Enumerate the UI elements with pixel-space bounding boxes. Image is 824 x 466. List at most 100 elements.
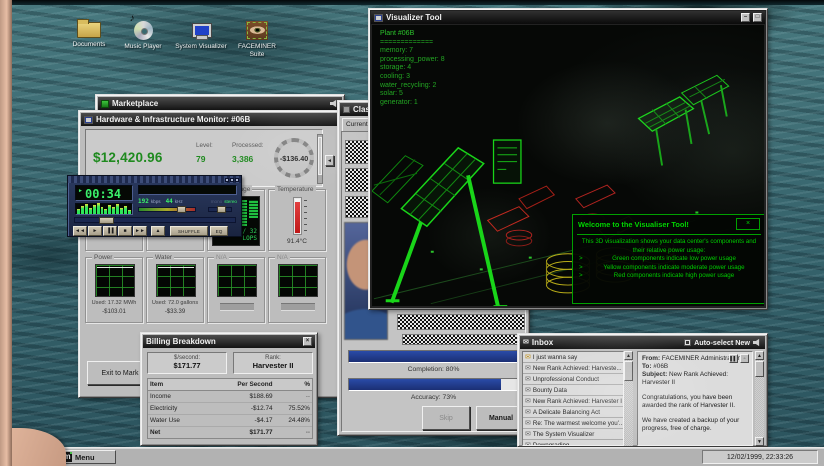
qr-code <box>345 196 369 218</box>
speaker-icon[interactable] <box>753 339 762 347</box>
shuffle-button[interactable]: SHUFFLE <box>170 226 208 236</box>
temperature-group: Temperature 91.4°C <box>268 189 326 251</box>
balance-slider[interactable] <box>208 207 232 212</box>
scroll-up-icon[interactable]: ▲ <box>755 351 764 360</box>
message-row[interactable]: ✉Bounty Data <box>523 385 623 396</box>
seek-bar[interactable] <box>74 217 236 223</box>
desktop-icon-label: System Visualizer <box>174 43 228 51</box>
message-row[interactable]: ✉New Rank Achieved: Harvester I <box>523 396 623 407</box>
marketplace-icon <box>101 100 109 108</box>
reading-pane-scrollbar[interactable]: ▲ ▼ <box>755 351 764 446</box>
eq-button[interactable]: EQ <box>210 226 228 236</box>
play-button[interactable]: ► <box>88 226 102 236</box>
eject-button[interactable]: ▲ <box>151 226 165 236</box>
dialog-bullet: >Green components indicate low power usa… <box>579 255 759 264</box>
maximize-icon[interactable]: □ <box>753 13 762 22</box>
auto-select-checkbox[interactable] <box>684 339 691 346</box>
stats-scrollbar[interactable] <box>317 134 323 184</box>
processed-label: Processed: <box>232 142 264 149</box>
na-meter-label: N/A <box>275 253 290 262</box>
taskbar: m Menu 12/02/1999, 22:33:26 <box>0 447 824 466</box>
marketplace-title: Marketplace <box>112 99 158 108</box>
menu-button[interactable]: m Menu <box>58 450 116 464</box>
billing-row-net: Net $171.77 -- <box>148 427 312 438</box>
inbox-window[interactable]: ✉ Inbox Auto-select New ✉I just wanna sa… <box>517 333 768 447</box>
message-list-scrollbar[interactable]: ▲ <box>624 351 633 446</box>
inbox-titlebar[interactable]: ✉ Inbox Auto-select New <box>520 336 765 349</box>
pause-button[interactable]: ▐▐ <box>103 226 117 236</box>
visualizer-welcome-dialog: Welcome to the Visualiser Tool! × This 3… <box>572 214 764 304</box>
power-meter-chart <box>95 264 135 297</box>
scrollbar-thumb[interactable] <box>755 361 764 377</box>
dialog-bullet: >Red components indicate high power usag… <box>579 272 759 281</box>
volume-slider[interactable] <box>138 207 196 212</box>
spectrum-analyzer <box>75 203 133 215</box>
billing-title: Billing Breakdown <box>146 337 216 346</box>
close-icon[interactable]: × <box>303 337 312 346</box>
message-body: Congratulations, you have been awarded t… <box>642 394 748 410</box>
message-row[interactable]: ✉New Rank Achieved: Harveste... <box>523 363 623 374</box>
previous-track-button[interactable]: ◄◄ <box>73 226 87 236</box>
track-title-marquee: 1. HIDDEKUS - HOPEMINER (4:17) <box>138 185 237 195</box>
balance-value: $12,420.96 <box>93 150 163 165</box>
message-row[interactable]: ✉Re: The warmest welcome you'... <box>523 418 623 429</box>
mail-icon: ✉ <box>523 339 529 346</box>
pause-autoselect-icon[interactable]: ▌▌ <box>729 354 738 363</box>
close-icon[interactable]: × <box>736 218 760 230</box>
thermometer-ticks <box>304 200 307 232</box>
rank-box: Rank: Harvester II <box>233 352 313 374</box>
close-icon[interactable] <box>235 178 239 182</box>
cd-icon <box>134 21 153 40</box>
dialog-intro-line2: their relative power usage: <box>579 247 759 256</box>
minimize-icon[interactable]: – <box>741 13 750 22</box>
taskbar-clock: 12/02/1999, 22:33:26 <box>702 450 818 464</box>
desktop-icon-faceminer-suite[interactable]: FACEMINER Suite <box>230 21 284 58</box>
next-track-button[interactable]: ►► <box>133 226 147 236</box>
play-indicator-icon: ► <box>78 188 83 194</box>
message-row[interactable]: ✉Unprofessional Conduct <box>523 374 623 385</box>
desktop-icon-documents[interactable]: Documents <box>62 22 116 49</box>
desktop-icon-music-player[interactable]: Music Player <box>116 21 170 51</box>
visualizer-titlebar[interactable]: Visualizer Tool – □ <box>371 11 765 24</box>
message-row[interactable]: ✉The System Visualizer <box>523 429 623 440</box>
visualizer-title: Visualizer Tool <box>386 13 442 22</box>
message-row[interactable]: ✉Downgrading <box>523 440 623 446</box>
billing-window[interactable]: Billing Breakdown × $/second: $171.77 Ra… <box>140 332 318 446</box>
temperature-value: 91.4°C <box>269 238 325 245</box>
skip-button[interactable]: Skip <box>422 406 470 430</box>
envelope-icon: ✉ <box>525 376 531 383</box>
desktop-icon-system-visualizer[interactable]: System Visualizer <box>174 23 228 51</box>
stop-button[interactable]: ■ <box>118 226 132 236</box>
billing-row-water: Water Use -$4.17 24.48% <box>148 415 312 427</box>
scroll-up-icon[interactable]: ▲ <box>624 351 633 360</box>
qr-strip <box>397 314 525 330</box>
monitor-titlebar[interactable]: Hardware & Infrastructure Monitor: #06B <box>81 113 337 126</box>
message-row[interactable]: ✉I just wanna say <box>523 352 623 363</box>
scrollbar-thumb[interactable] <box>624 361 633 381</box>
scroll-down-icon[interactable]: ▼ <box>755 437 764 446</box>
rate-gauge-value: -$136.40 <box>280 154 308 163</box>
desktop-icon-label: Documents <box>62 41 116 49</box>
monitor-bezel-left <box>0 0 12 466</box>
accuracy-label: Accuracy: 73% <box>342 394 525 401</box>
stereo-indicator: stereo <box>224 199 237 204</box>
minimize-icon[interactable] <box>225 178 229 182</box>
music-player-window[interactable]: ► 00:34 1. HIDDEKUS - HOPEMINER (4:17) 1… <box>67 175 242 237</box>
message-row[interactable]: ✉A Delicate Balancing Act <box>523 407 623 418</box>
water-used: Used: 72.0 gallons <box>147 300 203 306</box>
stats-scrollbar-thumb[interactable] <box>318 137 322 175</box>
level-label: Level: <box>196 142 213 149</box>
restore-icon[interactable]: ▫ <box>740 354 749 363</box>
stats-spin-left-button[interactable]: ◄ <box>325 155 334 166</box>
shade-icon[interactable] <box>230 178 234 182</box>
na-meter-2: N/A <box>268 257 326 323</box>
folder-icon <box>77 22 101 38</box>
envelope-icon: ✉ <box>525 365 531 372</box>
marketplace-titlebar[interactable]: Marketplace <box>98 97 342 110</box>
visualizer-window[interactable]: Visualizer Tool – □ Plant #06B =========… <box>368 8 768 310</box>
music-player-titlebar[interactable] <box>68 176 241 183</box>
qr-code <box>345 140 369 164</box>
plant-stats: Plant #06B ============= memory: 7 proce… <box>380 30 445 107</box>
qr-strip <box>402 334 525 345</box>
billing-titlebar[interactable]: Billing Breakdown × <box>143 335 315 348</box>
